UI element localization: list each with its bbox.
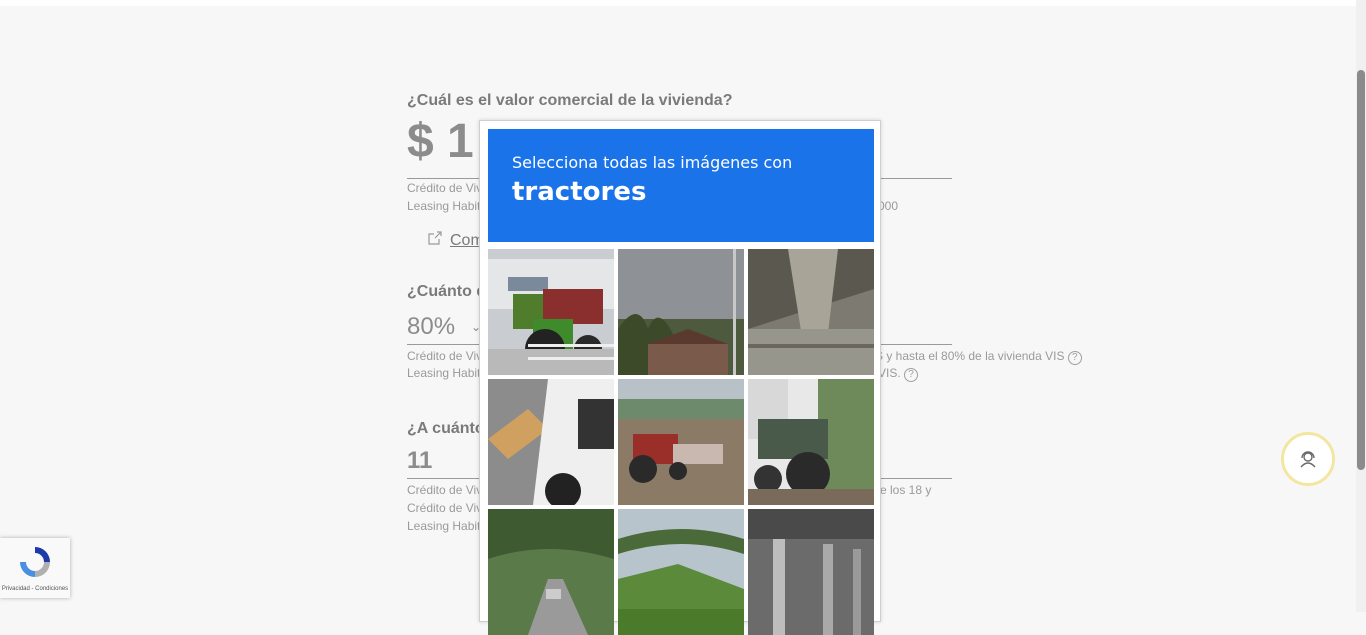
note-text: S y hasta el 80% de la vivienda VIS	[875, 349, 1065, 363]
scrollbar-thumb[interactable]	[1357, 70, 1365, 470]
note-line: Crédito de Viv	[407, 349, 483, 363]
tile-sky-palms-house[interactable]	[618, 249, 744, 375]
tile-white-car[interactable]	[488, 379, 614, 505]
recaptcha-challenge: Selecciona todas las imágenes con tracto…	[479, 120, 881, 635]
term-years-input[interactable]: 11	[407, 447, 432, 475]
challenge-target: tractores	[512, 177, 647, 207]
note-line: re los 18 y	[876, 483, 932, 497]
tile-red-tractor-field[interactable]	[618, 379, 744, 505]
challenge-header: Selecciona todas las imágenes con tracto…	[488, 129, 874, 242]
question-home-value: ¿Cuál es el valor comercial de la vivien…	[407, 92, 733, 109]
scrollbar[interactable]	[1356, 0, 1366, 612]
note-line: 000	[878, 199, 899, 213]
tile-tractor-green-warehouse[interactable]	[488, 249, 614, 375]
note-line: Crédito de Viv	[407, 483, 483, 497]
note-text: VIS.	[878, 366, 901, 380]
note-line: Leasing Habit	[407, 366, 481, 380]
financing-percent-select[interactable]: 80%	[407, 313, 455, 341]
note-line: Crédito de Viv	[407, 181, 483, 195]
question-term: ¿A cuánto	[407, 420, 485, 437]
home-value-input[interactable]: $ 1	[407, 114, 474, 169]
tile-overpass-underside[interactable]	[748, 249, 874, 375]
note-line: Leasing Habit	[407, 199, 481, 213]
note-line: S y hasta el 80% de la vivienda VIS ?	[875, 349, 1082, 365]
challenge-instruction: Selecciona todas las imágenes con	[512, 153, 793, 172]
note-line: Crédito de Viv	[407, 501, 483, 515]
tile-tree-lined-street[interactable]	[488, 509, 614, 635]
help-icon[interactable]: ?	[904, 368, 919, 382]
top-bar	[0, 0, 1356, 6]
external-link-icon	[428, 231, 442, 245]
note-line: Leasing Habit	[407, 519, 481, 533]
badge-text[interactable]: Privacidad - Condiciones	[0, 586, 70, 592]
help-icon[interactable]: ?	[1067, 351, 1082, 365]
recaptcha-badge[interactable]: Privacidad - Condiciones	[0, 538, 70, 598]
tile-green-bridge-hill[interactable]	[618, 509, 744, 635]
recaptcha-logo-icon	[20, 547, 50, 577]
support-button[interactable]	[1281, 432, 1335, 486]
note-line: VIS. ?	[878, 366, 919, 382]
headset-icon	[1300, 451, 1316, 468]
tile-old-tractor-shed[interactable]	[748, 379, 874, 505]
tile-overpass-pillars[interactable]	[748, 509, 874, 635]
question-financing: ¿Cuánto d	[407, 283, 487, 300]
